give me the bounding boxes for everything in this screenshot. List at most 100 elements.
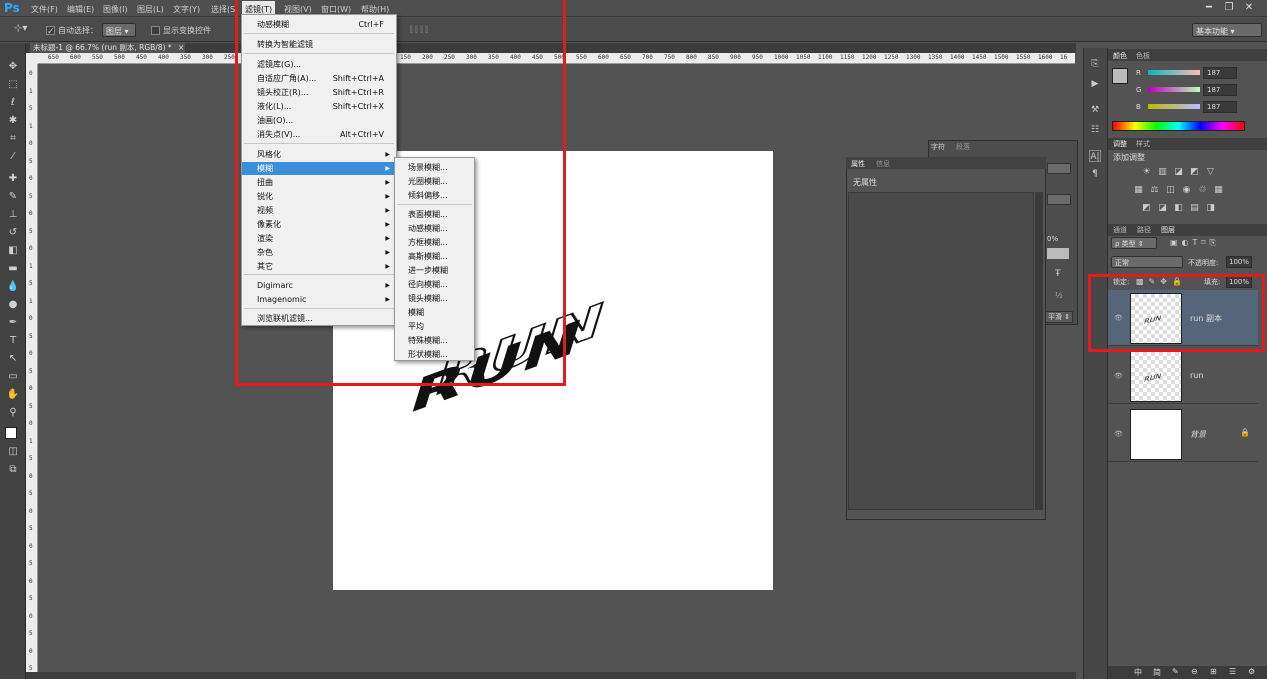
char-dropdown-2[interactable]	[1047, 194, 1071, 205]
properties-tab[interactable]: 属性	[851, 159, 865, 169]
close-window-button[interactable]: ✕	[1239, 1, 1259, 15]
filter-menu-item[interactable]: Digimarc ▶	[242, 279, 396, 292]
quick-mask-icon[interactable]: ◫	[6, 445, 20, 459]
color-tab[interactable]: 颜色	[1113, 51, 1127, 61]
filter-menu-item[interactable]: 滤镜库(G)...	[242, 58, 396, 71]
blur-tool-icon[interactable]: 💧	[6, 280, 20, 294]
eraser-icon[interactable]: ◧	[6, 244, 20, 258]
zoom-tool-icon[interactable]: ⚲	[6, 406, 20, 420]
type-tool-icon[interactable]: T	[6, 334, 20, 348]
dodge-tool-icon[interactable]: ●	[6, 298, 20, 312]
color-slider-b[interactable]	[1148, 104, 1200, 109]
hue-sat-icon[interactable]: ▦	[1133, 186, 1144, 195]
eyedropper-icon[interactable]: ⁄	[6, 150, 20, 164]
blur-submenu-item[interactable]: 形状模糊...	[395, 348, 474, 361]
shape-tool-icon[interactable]: ▭	[6, 370, 20, 384]
bottom-bar-icon[interactable]: ⊖	[1191, 667, 1198, 676]
char-dropdown-1[interactable]	[1047, 163, 1071, 174]
stamp-tool-icon[interactable]: ⊥	[6, 208, 20, 222]
filter-menu-item[interactable]: 自适应广角(A)... Shift+Ctrl+A	[242, 72, 396, 85]
channel-mixer-icon[interactable]: ♲	[1197, 186, 1208, 195]
path-select-icon[interactable]: ↖	[6, 352, 20, 366]
move-tool-icon[interactable]: ⊹▾	[14, 23, 27, 34]
filter-menu-item[interactable]: 风格化 ▶	[242, 148, 396, 161]
color-value-b[interactable]: 187	[1203, 101, 1237, 113]
color-foreground-swatch[interactable]	[1112, 68, 1128, 84]
minimize-button[interactable]: ━	[1199, 1, 1219, 15]
horizontal-ruler[interactable]: 6506005505004504003503002502001501005005…	[38, 53, 1075, 64]
invert-icon[interactable]: ◩	[1141, 204, 1152, 213]
menu-item-0[interactable]: 文件(F)	[31, 4, 58, 15]
healing-brush-icon[interactable]: ✚	[6, 172, 20, 186]
filter-menu-item[interactable]: 渲染 ▶	[242, 232, 396, 245]
brush-panel-icon[interactable]: ☷	[1089, 124, 1101, 136]
blur-submenu-item[interactable]: 表面模糊...	[395, 208, 474, 221]
blur-submenu-item[interactable]: 动感模糊...	[395, 222, 474, 235]
color-value-g[interactable]: 187	[1203, 84, 1237, 96]
auto-select-checkbox[interactable]: ✓	[46, 26, 55, 37]
filter-menu-item[interactable]: 锐化 ▶	[242, 190, 396, 203]
filter-menu-item[interactable]: 视频 ▶	[242, 204, 396, 217]
bottom-bar-icon[interactable]: ⊞	[1210, 667, 1217, 676]
char-tab[interactable]: 字符	[931, 142, 945, 152]
blur-submenu-item[interactable]: 光圈模糊...	[395, 175, 474, 188]
paragraph-panel-icon[interactable]: ¶	[1089, 168, 1101, 180]
blur-submenu-item[interactable]: 倾斜偏移...	[395, 189, 474, 202]
adjustments-tab[interactable]: 调整	[1113, 139, 1127, 149]
filter-menu-item[interactable]: 模糊 ▶	[242, 162, 396, 175]
filter-menu-item[interactable]: 扭曲 ▶	[242, 176, 396, 189]
blur-submenu-item[interactable]: 进一步模糊	[395, 264, 474, 277]
photo-filter-icon[interactable]: ◉	[1181, 186, 1192, 195]
filter-menu-item[interactable]: 镜头校正(R)... Shift+Ctrl+R	[242, 86, 396, 99]
filter-menu-item[interactable]: 油画(O)...	[242, 114, 396, 127]
filter-menu-item[interactable]: 消失点(V)... Alt+Ctrl+V	[242, 128, 396, 141]
eye-icon[interactable]: 👁	[1114, 430, 1123, 438]
ruler-corner[interactable]	[26, 53, 38, 64]
color-balance-icon[interactable]: ⚖	[1149, 186, 1160, 195]
gradient-map-icon[interactable]: ▤	[1189, 204, 1200, 213]
channels-tab[interactable]: 通道	[1113, 225, 1127, 235]
crop-tool-icon[interactable]: ⌗	[6, 132, 20, 146]
filter-menu-item[interactable]: 液化(L)... Shift+Ctrl+X	[242, 100, 396, 113]
opacity-input[interactable]: 100%	[1226, 256, 1252, 268]
menu-item-3[interactable]: 图层(L)	[137, 4, 164, 15]
paragraph-tab[interactable]: 段落	[956, 142, 970, 152]
document-tab[interactable]: 未标题-1 @ 66.7% (run 副本, RGB/8) * ×	[30, 43, 185, 53]
char-fraction-icon[interactable]: ½	[1055, 291, 1063, 300]
layer-filter-icons[interactable]: ▣◐T⌑⎘	[1170, 238, 1220, 248]
color-slider-g[interactable]	[1148, 87, 1200, 92]
history-brush-icon[interactable]: ↺	[6, 226, 20, 240]
bottom-bar-icon[interactable]: 中	[1134, 667, 1142, 678]
layer-row[interactable]: 👁 背景 🔒	[1108, 406, 1258, 462]
magic-wand-icon[interactable]: ✱	[6, 114, 20, 128]
workspace-dropdown[interactable]: 基本功能 ▾	[1192, 23, 1262, 37]
blur-submenu-item[interactable]: 镜头模糊...	[395, 292, 474, 305]
bottom-bar-icon[interactable]: ✎	[1172, 667, 1179, 676]
marquee-tool-icon[interactable]: ⬚	[6, 78, 20, 92]
lasso-tool-icon[interactable]: ℓ	[6, 96, 20, 110]
actions-panel-icon[interactable]: ▶	[1089, 78, 1101, 90]
eye-icon[interactable]: 👁	[1114, 372, 1123, 380]
filter-menu-item[interactable]: 其它 ▶	[242, 260, 396, 273]
restore-button[interactable]: ❐	[1219, 1, 1239, 15]
history-panel-icon[interactable]: ⎘	[1089, 58, 1101, 70]
antialias-dropdown[interactable]: 平滑 ⇕	[1045, 311, 1074, 323]
menu-item-5[interactable]: 选择(S)	[211, 4, 238, 15]
fill-input[interactable]: 100%	[1226, 276, 1252, 288]
filter-menu-item[interactable]: 像素化 ▶	[242, 218, 396, 231]
blur-submenu-item[interactable]: 模糊	[395, 306, 474, 319]
swatches-tab[interactable]: 色板	[1136, 51, 1150, 61]
layers-tab[interactable]: 图层	[1161, 225, 1175, 235]
screen-mode-icon[interactable]: ⧉	[6, 463, 20, 477]
menu-item-4[interactable]: 文字(Y)	[173, 4, 200, 15]
color-lookup-icon[interactable]: ▦	[1213, 186, 1224, 195]
posterize-icon[interactable]: ◪	[1157, 204, 1168, 213]
show-transform-checkbox[interactable]	[151, 26, 160, 35]
layer-row[interactable]: 👁 RUN run	[1108, 348, 1258, 404]
blur-submenu-item[interactable]: 高斯模糊...	[395, 250, 474, 263]
filter-menu-item[interactable]: Imagenomic ▶	[242, 293, 396, 306]
eye-icon[interactable]: 👁	[1114, 314, 1123, 322]
bottom-bar-icon[interactable]: 简	[1153, 667, 1161, 678]
selective-color-icon[interactable]: ◨	[1205, 204, 1216, 213]
char-faux-icon[interactable]: Ŧ	[1055, 269, 1061, 279]
